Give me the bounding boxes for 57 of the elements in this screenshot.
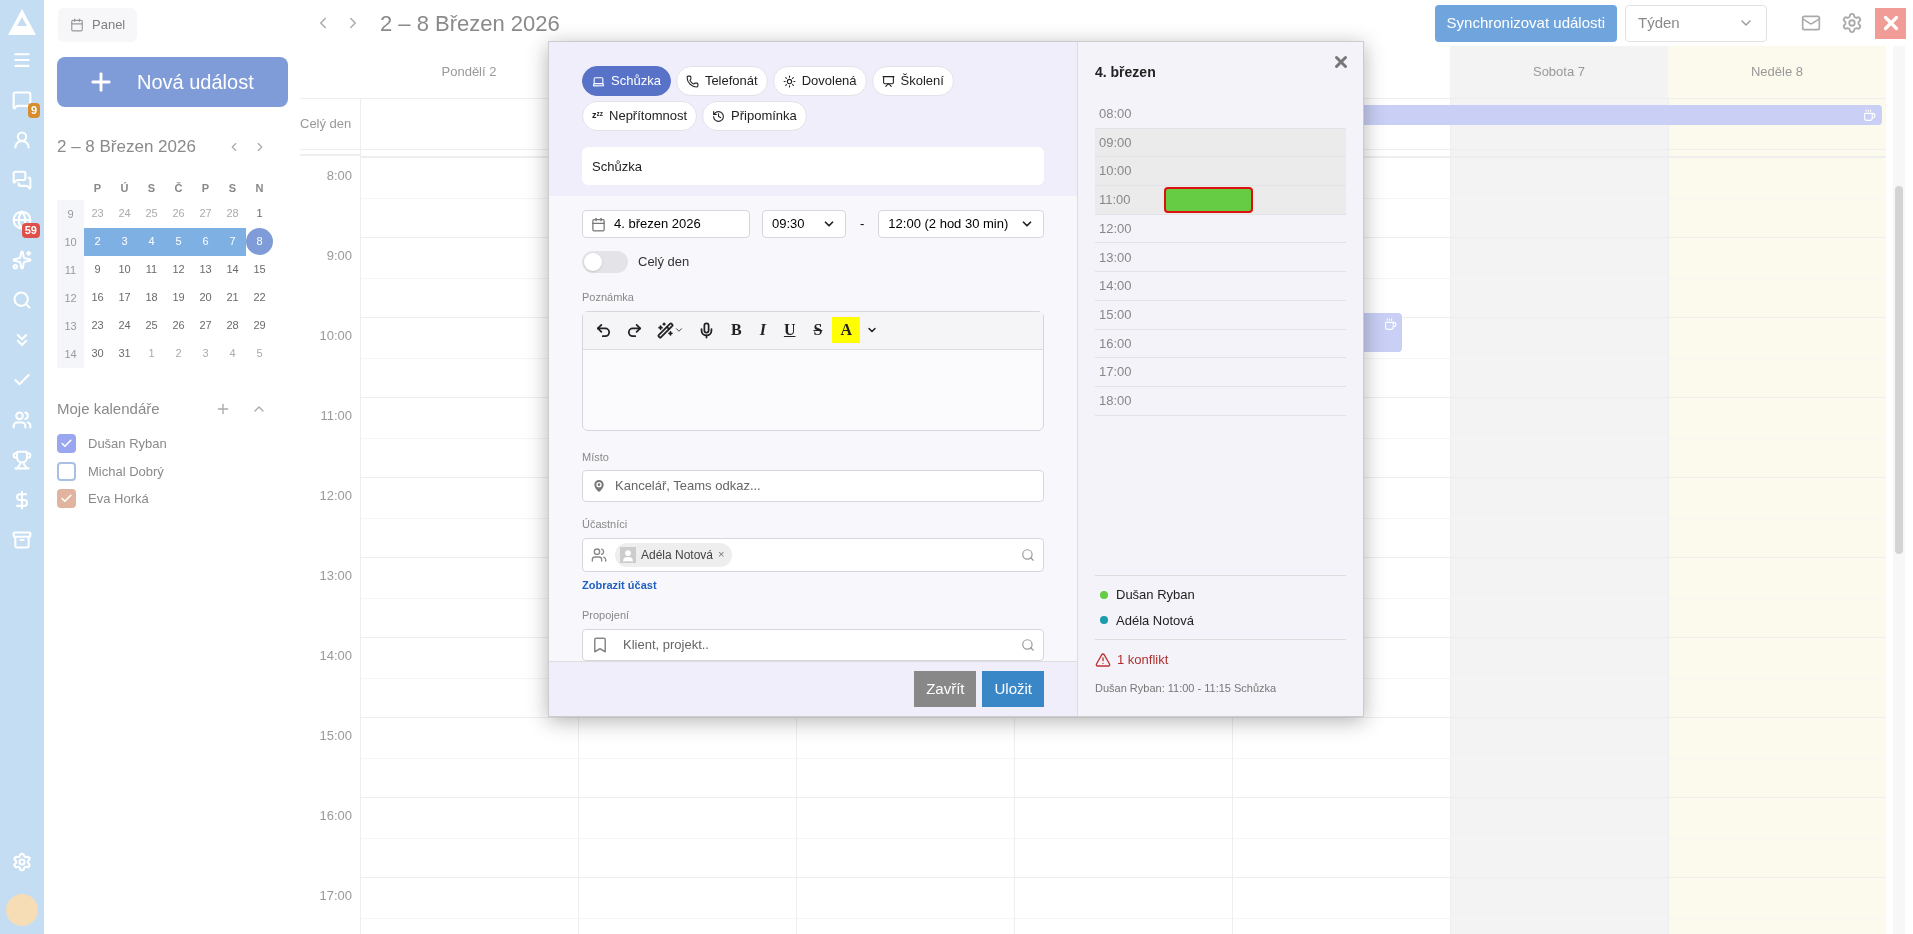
field-label: Propojení — [582, 608, 631, 623]
calendar-name: Michal Dobrý — [88, 462, 164, 481]
week-number: 13 — [57, 311, 84, 340]
week-number: 12 — [57, 283, 84, 312]
hour-label: 8:00 — [326, 167, 352, 185]
field-label: Místo — [582, 449, 610, 465]
time-slot: 14:00 — [1095, 272, 1346, 301]
week-number: 9 — [57, 199, 84, 228]
section-title: Moje kalendáře — [57, 398, 160, 419]
hour-label: 9:00 — [326, 247, 352, 265]
toggle-label: Celý den — [638, 253, 690, 272]
day-title: 4. březen — [1095, 63, 1157, 82]
all-day-label: Celý den — [300, 115, 352, 134]
time-separator: - — [860, 215, 865, 234]
time-slot: 16:00 — [1095, 329, 1346, 359]
count-badge: 59 — [21, 223, 40, 238]
day-header: Sobota 7 — [1532, 63, 1585, 82]
weekday-label: Č — [173, 180, 184, 196]
weekday-label: S — [227, 180, 238, 196]
hour-label: 12:00 — [319, 487, 352, 505]
hour-label: 16:00 — [319, 807, 352, 825]
day-header: Neděle 8 — [1750, 63, 1803, 82]
hour-label: 13:00 — [319, 567, 352, 585]
conflict-detail: Dušan Ryban: 11:00 - 11:15 Schůzka — [1095, 680, 1278, 696]
month-title: 2 – 8 Březen 2026 — [57, 136, 196, 158]
field-label: Účastníci — [582, 517, 629, 532]
time-slot: 08:00 — [1095, 100, 1346, 129]
time-slot: 13:00 — [1095, 243, 1346, 273]
weekday-label: S — [146, 180, 157, 196]
week-title: 2 – 8 Březen 2026 — [380, 9, 560, 38]
time-slot: 11:00 — [1095, 186, 1346, 215]
participant-name: Adéla Notová — [1116, 611, 1195, 630]
time-slot: 17:00 — [1095, 358, 1346, 387]
time-slot: 09:00 — [1095, 128, 1346, 158]
hour-label: 15:00 — [319, 727, 352, 745]
weekday-label: Ú — [119, 180, 130, 196]
weekday-label: N — [254, 180, 265, 196]
week-number: 14 — [57, 339, 84, 368]
hour-label: 10:00 — [319, 327, 352, 345]
conflict-title: 1 konflikt — [1117, 651, 1169, 669]
participant-name: Dušan Ryban — [1116, 586, 1195, 604]
day-header: Pondělí 2 — [441, 63, 497, 82]
time-slot: 15:00 — [1095, 300, 1346, 330]
field-label: Poznámka — [582, 290, 635, 305]
count-badge: 9 — [27, 103, 40, 118]
time-slot: 18:00 — [1095, 386, 1346, 416]
week-number: 11 — [57, 255, 84, 284]
time-slot: 10:00 — [1095, 157, 1346, 187]
calendar-name: Eva Horká — [88, 490, 149, 508]
weekday-label: P — [200, 180, 211, 196]
calendar-name: Dušan Ryban — [88, 435, 167, 453]
hour-label: 17:00 — [319, 887, 352, 905]
hour-label: 14:00 — [319, 647, 352, 665]
weekday-label: P — [92, 180, 103, 196]
time-slot: 12:00 — [1095, 214, 1346, 244]
hour-label: 11:00 — [320, 407, 352, 425]
week-number: 10 — [57, 227, 84, 256]
